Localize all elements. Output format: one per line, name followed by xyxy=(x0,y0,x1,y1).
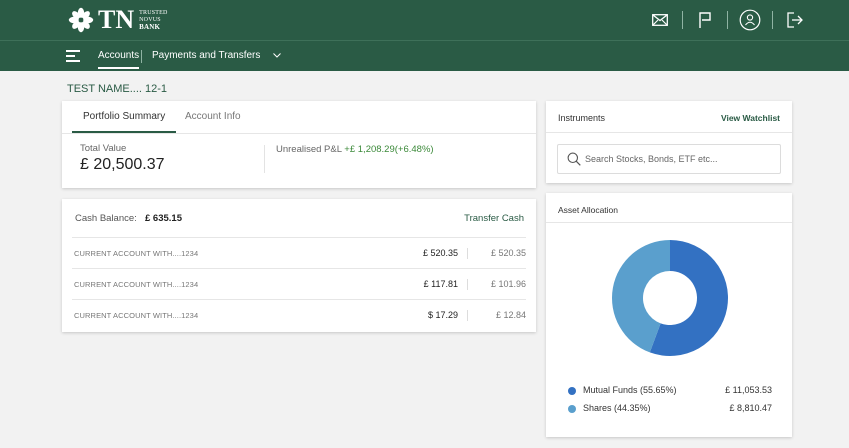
account-name: CURRENT ACCOUNT WITH....1234 xyxy=(74,249,199,258)
logo-subtitle: TRUSTED NOVUS BANK xyxy=(139,10,167,31)
legend-item: Shares (44.35%) £ 8,810.47 xyxy=(568,402,772,416)
search-icon xyxy=(567,152,581,166)
account-available: £ 520.35 xyxy=(490,248,526,258)
total-value: £ 20,500.37 xyxy=(80,156,165,173)
total-value-label: Total Value xyxy=(80,143,127,154)
nav-payments-transfers[interactable]: Payments and Transfers xyxy=(152,41,282,71)
cash-balance-label: Cash Balance: xyxy=(75,213,137,224)
account-balance: £ 520.35 xyxy=(422,248,458,258)
legend-dot xyxy=(568,387,576,395)
customer-name: TEST NAME.... 12-1 xyxy=(67,83,168,95)
main-nav: Accounts Payments and Transfers xyxy=(0,40,849,71)
nav-accounts[interactable]: Accounts xyxy=(98,41,140,71)
vertical-divider xyxy=(264,145,265,173)
instruments-divider xyxy=(546,132,792,133)
allocation-donut-chart xyxy=(612,240,728,356)
tab-account-info[interactable]: Account Info xyxy=(185,101,241,133)
pnl-value: +£ 1,208.29(+6.48%) xyxy=(344,144,434,155)
cash-card: Cash Balance: £ 635.15 Transfer Cash CUR… xyxy=(62,199,536,332)
logo-sub-line: TRUSTED xyxy=(139,9,168,16)
legend-item: Mutual Funds (55.65%) £ 11,053.53 xyxy=(568,384,772,398)
transfer-cash-link[interactable]: Transfer Cash xyxy=(464,213,524,224)
account-name: CURRENT ACCOUNT WITH....1234 xyxy=(74,280,199,289)
header-divider xyxy=(727,11,728,29)
tab-portfolio-summary[interactable]: Portfolio Summary xyxy=(72,101,177,133)
flag-icon[interactable] xyxy=(693,8,717,32)
cash-balance-value: £ 635.15 xyxy=(145,213,182,224)
legend-value: £ 11,053.53 xyxy=(725,385,772,395)
value-divider xyxy=(467,279,468,290)
logout-icon[interactable] xyxy=(783,8,807,32)
account-row[interactable]: CURRENT ACCOUNT WITH....1234 $ 17.29 £ 1… xyxy=(72,299,526,330)
legend-value: £ 8,810.47 xyxy=(729,403,772,413)
account-name: CURRENT ACCOUNT WITH....1234 xyxy=(74,311,199,320)
portfolio-card: Portfolio Summary Account Info Total Val… xyxy=(62,101,536,188)
hamburger-icon[interactable] xyxy=(66,50,80,62)
header-divider xyxy=(682,11,683,29)
logo-text: TN xyxy=(98,5,135,34)
value-divider xyxy=(467,310,468,321)
account-available: £ 101.96 xyxy=(490,279,526,289)
asset-allocation-card: Asset Allocation Mutual Funds (55.65%) £… xyxy=(546,193,792,437)
instruments-title: Instruments xyxy=(558,113,606,123)
allocation-divider xyxy=(546,222,792,223)
nav-payments-label: Payments and Transfers xyxy=(152,50,261,61)
mail-icon[interactable] xyxy=(648,8,672,32)
account-balance: $ 17.29 xyxy=(427,310,458,320)
logo-sub-line: BANK xyxy=(139,22,161,31)
legend-label: Shares (44.35%) xyxy=(583,403,651,413)
account-balance: £ 117.81 xyxy=(423,279,458,289)
user-profile-icon[interactable] xyxy=(738,8,762,32)
header-actions xyxy=(648,8,807,32)
instrument-search[interactable] xyxy=(557,144,781,174)
logo-flower-icon xyxy=(68,7,94,33)
view-watchlist-link[interactable]: View Watchlist xyxy=(721,113,780,123)
header-divider xyxy=(772,11,773,29)
legend-dot xyxy=(568,405,576,413)
nav-divider xyxy=(141,50,142,63)
value-divider xyxy=(467,248,468,259)
account-row[interactable]: CURRENT ACCOUNT WITH....1234 £ 520.35 £ … xyxy=(72,237,526,268)
pnl-label: Unrealised P&L xyxy=(276,144,342,155)
instruments-card: Instruments View Watchlist xyxy=(546,101,792,183)
legend-label: Mutual Funds (55.65%) xyxy=(583,385,677,395)
search-input[interactable] xyxy=(585,150,775,168)
account-available: £ 12.84 xyxy=(495,310,526,320)
tabs-divider xyxy=(62,133,536,134)
chevron-down-icon xyxy=(273,53,282,58)
top-header: TN TRUSTED NOVUS BANK xyxy=(0,0,849,40)
bank-logo[interactable]: TN TRUSTED NOVUS BANK xyxy=(68,6,168,34)
account-row[interactable]: CURRENT ACCOUNT WITH....1234 £ 117.81 £ … xyxy=(72,268,526,299)
asset-allocation-title: Asset Allocation xyxy=(558,205,619,215)
unrealised-pnl: Unrealised P&L +£ 1,208.29(+6.48%) xyxy=(276,144,434,155)
